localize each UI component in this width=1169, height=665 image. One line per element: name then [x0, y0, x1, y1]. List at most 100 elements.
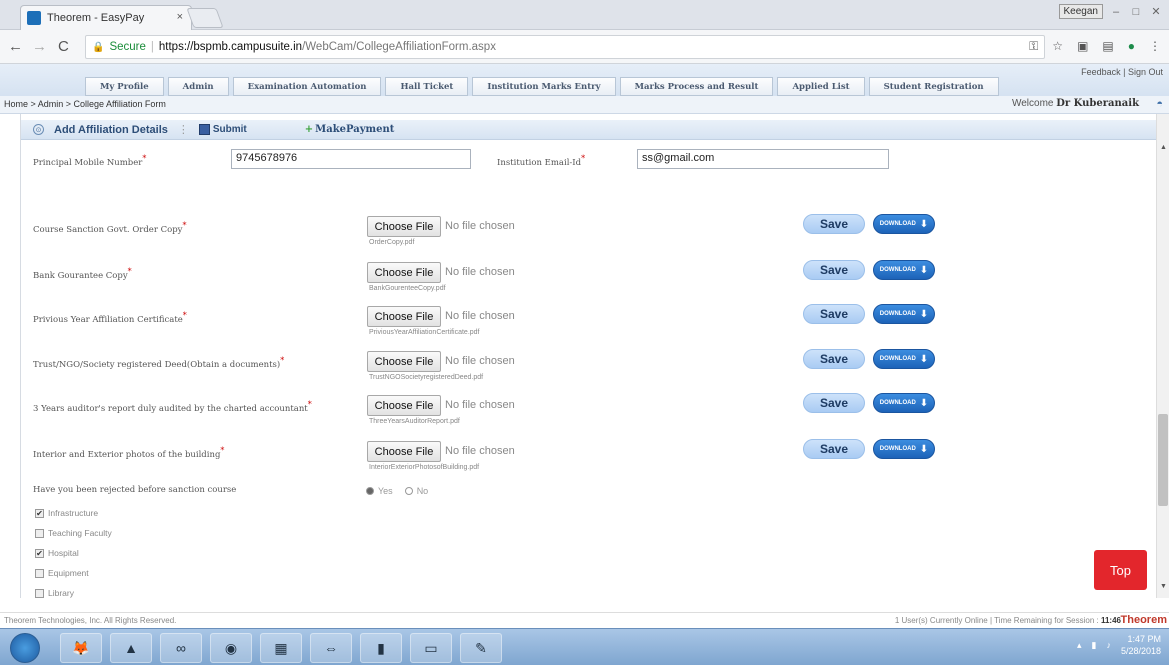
teamviewer-icon[interactable]: ⇔	[310, 633, 352, 663]
key-icon[interactable]: ⚿	[1029, 39, 1038, 54]
collapse-icon[interactable]: ◓	[1156, 98, 1163, 110]
screen-app-icon[interactable]: ▭	[410, 633, 452, 663]
section-title: Add Affiliation Details	[54, 123, 168, 136]
paint-app-icon[interactable]: ✎	[460, 633, 502, 663]
extension-icon[interactable]: ▤	[1102, 39, 1113, 54]
back-icon[interactable]: ←	[8, 38, 23, 55]
clock[interactable]: 1:47 PM 5/28/2018	[1121, 633, 1161, 657]
chrome-icon[interactable]: ◉	[210, 633, 252, 663]
start-button-icon[interactable]	[10, 633, 40, 663]
header-links[interactable]: Feedback | Sign Out	[1081, 67, 1163, 77]
radio-yes[interactable]: Yes	[366, 486, 393, 496]
choose-file-button[interactable]: Choose File	[367, 306, 441, 327]
template-filename: ThreeYearsAuditorReport.pdf	[369, 418, 460, 425]
email-input[interactable]: ss@gmail.com	[637, 149, 889, 169]
app-header: Feedback | Sign Out My Profile Admin Exa…	[0, 64, 1169, 96]
menu-student-registration[interactable]: Student Registration	[868, 77, 999, 96]
brand-logo: Theorem	[1120, 614, 1167, 626]
opera-icon[interactable]: ●	[1128, 39, 1135, 54]
new-tab-button[interactable]	[186, 8, 224, 28]
tray-arrow-icon[interactable]: ▴	[1077, 640, 1082, 651]
radio-no[interactable]: No	[404, 486, 428, 496]
network-app-icon[interactable]: ▦	[260, 633, 302, 663]
breadcrumb[interactable]: Home > Admin > College Affiliation Form	[4, 99, 166, 109]
top-button[interactable]: Top	[1094, 550, 1147, 590]
choose-file-button[interactable]: Choose File	[367, 395, 441, 416]
checkbox-icon[interactable]	[35, 528, 44, 538]
download-button[interactable]: DOWNLOAD ⬇	[873, 439, 935, 459]
checkbox-row[interactable]: Teaching Faculty	[35, 528, 112, 538]
folder-icon[interactable]: ▮	[360, 633, 402, 663]
template-filename: BankGourenteeCopy.pdf	[369, 285, 446, 292]
close-tab-icon[interactable]: ×	[177, 11, 183, 23]
mobile-input[interactable]: 9745678976	[231, 149, 471, 169]
collapse-section-icon[interactable]: ⊙	[33, 124, 44, 135]
forward-icon[interactable]: →	[32, 38, 47, 55]
save-button[interactable]: Save	[803, 214, 865, 234]
checkbox-icon[interactable]: ✔	[35, 508, 44, 518]
url-path: /WebCam/CollegeAffiliationForm.aspx	[302, 41, 496, 53]
checkbox-label: Equipment	[48, 568, 89, 578]
choose-file-button[interactable]: Choose File	[367, 351, 441, 372]
scrollbar-thumb[interactable]	[1158, 414, 1168, 506]
download-arrow-icon: ⬇	[919, 353, 929, 365]
submit-button[interactable]: Submit	[198, 124, 247, 135]
close-window-icon[interactable]: ✕	[1149, 5, 1163, 18]
breadcrumb-bar: Home > Admin > College Affiliation Form …	[0, 96, 1169, 114]
download-button[interactable]: DOWNLOAD ⬇	[873, 260, 935, 280]
checkbox-row[interactable]: Equipment	[35, 568, 89, 578]
template-filename: TrustNGOSocietyregisteredDeed.pdf	[369, 374, 484, 381]
network-icon[interactable]: ▮	[1092, 640, 1097, 651]
download-button[interactable]: DOWNLOAD ⬇	[873, 214, 935, 234]
url-input[interactable]: 🔒 Secure | https://bspmb.campusuite.in/W…	[85, 35, 1045, 59]
menu-institution-marks-entry[interactable]: Institution Marks Entry	[472, 77, 616, 96]
menu-admin[interactable]: Admin	[167, 77, 229, 96]
vlc-icon[interactable]: ▲	[110, 633, 152, 663]
choose-file-button[interactable]: Choose File	[367, 216, 441, 237]
menu-hall-ticket[interactable]: Hall Ticket	[385, 77, 469, 96]
save-button[interactable]: Save	[803, 349, 865, 369]
menu-my-profile[interactable]: My Profile	[85, 77, 164, 96]
checkbox-row[interactable]: ✔ Infrastructure	[35, 508, 98, 518]
minimize-icon[interactable]: –	[1109, 6, 1123, 18]
page-scrollbar[interactable]: ▲ ▼	[1156, 114, 1169, 598]
menu-applied-list[interactable]: Applied List	[777, 77, 865, 96]
download-button[interactable]: DOWNLOAD ⬇	[873, 393, 935, 413]
no-file-text: No file chosen	[445, 220, 515, 232]
extension-icon[interactable]: ▣	[1077, 39, 1088, 54]
checkbox-icon[interactable]	[35, 568, 44, 578]
extension-icons: ⚿ ☆ ▣ ▤ ● ⋮	[1029, 39, 1161, 54]
welcome-text: Welcome Dr Kuberanaik	[1012, 98, 1139, 109]
make-payment-button[interactable]: + MakePayment	[305, 124, 395, 135]
infinity-app-icon[interactable]: ∞	[160, 633, 202, 663]
floppy-save-icon	[198, 124, 210, 135]
save-button[interactable]: Save	[803, 439, 865, 459]
download-button[interactable]: DOWNLOAD ⬇	[873, 304, 935, 324]
save-button[interactable]: Save	[803, 304, 865, 324]
email-label: Institution Email-Id*	[497, 154, 586, 168]
rejected-question: Have you been rejected before sanction c…	[33, 485, 237, 495]
checkbox-icon[interactable]	[35, 588, 44, 598]
choose-file-button[interactable]: Choose File	[367, 262, 441, 283]
browser-user-badge[interactable]: Keegan	[1058, 4, 1103, 19]
checkbox-row[interactable]: Library	[35, 588, 74, 598]
menu-marks-process[interactable]: Marks Process and Result	[619, 77, 774, 96]
checkbox-icon[interactable]: ✔	[35, 548, 44, 558]
copyright-text: Theorem Technologies, Inc. All Rights Re…	[4, 616, 177, 625]
menu-examination-automation[interactable]: Examination Automation	[232, 77, 382, 96]
bookmark-star-icon[interactable]: ☆	[1052, 39, 1063, 54]
save-button[interactable]: Save	[803, 393, 865, 413]
scroll-down-icon[interactable]: ▼	[1160, 583, 1167, 590]
download-button[interactable]: DOWNLOAD ⬇	[873, 349, 935, 369]
volume-icon[interactable]: ♪	[1106, 640, 1111, 650]
choose-file-button[interactable]: Choose File	[367, 441, 441, 462]
checkbox-row[interactable]: ✔ Hospital	[35, 548, 79, 558]
browser-tab[interactable]: Theorem - EasyPay ×	[20, 5, 192, 30]
upload-label: Privious Year Affiliation Certificate*	[33, 311, 187, 325]
firefox-icon[interactable]: 🦊	[60, 633, 102, 663]
save-button[interactable]: Save	[803, 260, 865, 280]
scroll-up-icon[interactable]: ▲	[1160, 144, 1167, 151]
menu-dots-icon[interactable]: ⋮	[1149, 39, 1161, 54]
reload-icon[interactable]: C	[58, 38, 69, 55]
maximize-icon[interactable]: □	[1129, 6, 1143, 18]
